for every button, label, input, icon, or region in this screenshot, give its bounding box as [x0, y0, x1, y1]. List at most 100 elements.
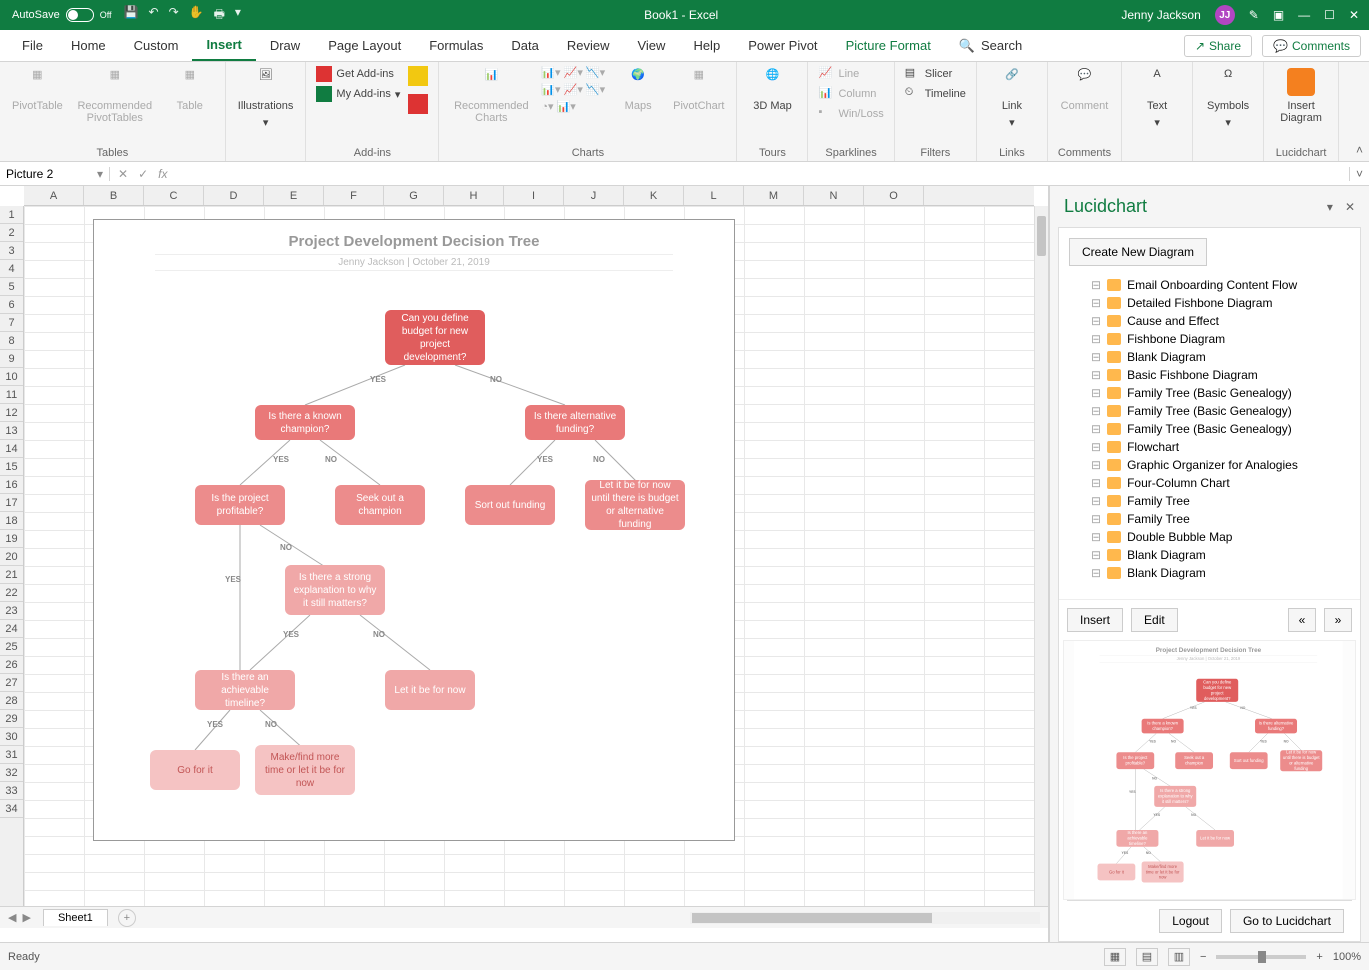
link-button[interactable]: 🔗Link▾	[987, 66, 1037, 131]
tab-page-layout[interactable]: Page Layout	[314, 30, 415, 61]
comments-button[interactable]: 💬Comments	[1262, 35, 1361, 57]
page-break-view-button[interactable]: ▥	[1168, 948, 1190, 966]
row-header[interactable]: 13	[0, 422, 23, 440]
zoom-level[interactable]: 100%	[1333, 951, 1361, 963]
rec-charts-button[interactable]: 📊Recommended Charts	[449, 66, 533, 126]
col-header[interactable]: E	[264, 186, 324, 205]
share-button[interactable]: ↗Share	[1184, 35, 1252, 57]
add-sheet-button[interactable]: +	[118, 909, 136, 927]
normal-view-button[interactable]: ▦	[1104, 948, 1126, 966]
symbols-button[interactable]: ΩSymbols▾	[1203, 66, 1253, 131]
scroll-thumb[interactable]	[692, 913, 932, 923]
tree-item[interactable]: ⊟Cause and Effect	[1067, 312, 1352, 330]
line-chart-icon[interactable]: 📊▾ 📈▾ 📉▾	[541, 83, 605, 96]
diagram-tree[interactable]: ⊟Email Onboarding Content Flow⊟Detailed …	[1059, 276, 1360, 599]
people-graph-icon[interactable]	[408, 94, 428, 114]
row-header[interactable]: 18	[0, 512, 23, 530]
tree-item[interactable]: ⊟Detailed Fishbone Diagram	[1067, 294, 1352, 312]
spark-winloss-button[interactable]: ▪Win/Loss	[818, 106, 883, 122]
comment-button[interactable]: 💬Comment	[1059, 66, 1111, 114]
get-addins-button[interactable]: Get Add-ins	[316, 66, 400, 82]
tree-item[interactable]: ⊟Blank Diagram	[1067, 564, 1352, 582]
sheet-prev-icon[interactable]: ◀	[8, 911, 16, 924]
col-header[interactable]: H	[444, 186, 504, 205]
panel-close-icon[interactable]: ✕	[1345, 200, 1355, 214]
goto-lucidchart-button[interactable]: Go to Lucidchart	[1230, 909, 1344, 933]
my-addins-button[interactable]: My Add-ins ▾	[316, 86, 400, 102]
minimize-icon[interactable]: —	[1298, 8, 1310, 22]
zoom-out-button[interactable]: −	[1200, 951, 1206, 963]
row-header[interactable]: 2	[0, 224, 23, 242]
horizontal-scrollbar[interactable]	[690, 912, 1040, 924]
zoom-slider[interactable]	[1216, 955, 1306, 959]
sheet-tab[interactable]: Sheet1	[43, 909, 108, 926]
cancel-icon[interactable]: ✕	[118, 167, 128, 181]
tree-item[interactable]: ⊟Flowchart	[1067, 438, 1352, 456]
col-header[interactable]: M	[744, 186, 804, 205]
row-header[interactable]: 11	[0, 386, 23, 404]
expand-formula-icon[interactable]: ˅	[1349, 167, 1369, 181]
name-box[interactable]: Picture 2▾	[0, 167, 110, 181]
timeline-button[interactable]: ⏲Timeline	[905, 86, 966, 102]
row-header[interactable]: 14	[0, 440, 23, 458]
sheet-next-icon[interactable]: ▶	[22, 911, 30, 924]
tree-item[interactable]: ⊟Basic Fishbone Diagram	[1067, 366, 1352, 384]
recommended-pivot-button[interactable]: ▦Recommended PivotTables	[73, 66, 157, 126]
row-header[interactable]: 4	[0, 260, 23, 278]
col-header[interactable]: N	[804, 186, 864, 205]
column-chart-icon[interactable]: 📊▾ 📈▾ 📉▾	[541, 66, 605, 79]
tree-item[interactable]: ⊟Email Onboarding Content Flow	[1067, 276, 1352, 294]
save-icon[interactable]: 💾	[124, 5, 139, 26]
tree-item[interactable]: ⊟Family Tree (Basic Genealogy)	[1067, 402, 1352, 420]
user-avatar[interactable]: JJ	[1215, 5, 1235, 25]
3dmap-button[interactable]: 🌐3D Map	[747, 66, 797, 114]
col-header[interactable]: J	[564, 186, 624, 205]
print-icon[interactable]: 🖶	[214, 5, 225, 26]
col-header[interactable]: B	[84, 186, 144, 205]
maximize-icon[interactable]: ☐	[1324, 8, 1335, 22]
col-header[interactable]: L	[684, 186, 744, 205]
spark-line-button[interactable]: 📈Line	[818, 66, 883, 82]
col-header[interactable]: A	[24, 186, 84, 205]
tree-item[interactable]: ⊟Graphic Organizer for Analogies	[1067, 456, 1352, 474]
tree-item[interactable]: ⊟Blank Diagram	[1067, 348, 1352, 366]
col-header[interactable]: I	[504, 186, 564, 205]
tab-formulas[interactable]: Formulas	[415, 30, 497, 61]
row-header[interactable]: 15	[0, 458, 23, 476]
insert-diagram-button[interactable]: Insert Diagram	[1274, 66, 1328, 126]
tab-power-pivot[interactable]: Power Pivot	[734, 30, 831, 61]
row-header[interactable]: 29	[0, 710, 23, 728]
pivottable-button[interactable]: ▦PivotTable	[10, 66, 65, 114]
cells[interactable]: Project Development Decision Tree Jenny …	[24, 206, 1034, 906]
row-header[interactable]: 20	[0, 548, 23, 566]
user-name[interactable]: Jenny Jackson	[1121, 8, 1200, 22]
row-header[interactable]: 27	[0, 674, 23, 692]
row-header[interactable]: 30	[0, 728, 23, 746]
row-header[interactable]: 22	[0, 584, 23, 602]
redo-icon[interactable]: ↷	[169, 5, 179, 26]
slicer-button[interactable]: ▤Slicer	[905, 66, 966, 82]
pen-icon[interactable]: ✎	[1249, 8, 1259, 22]
col-header[interactable]: G	[384, 186, 444, 205]
tab-picture-format[interactable]: Picture Format	[832, 30, 945, 61]
bing-icon[interactable]	[408, 66, 428, 86]
tree-item[interactable]: ⊟Blank Diagram	[1067, 546, 1352, 564]
tree-item[interactable]: ⊟Four-Column Chart	[1067, 474, 1352, 492]
row-header[interactable]: 8	[0, 332, 23, 350]
qat-more-icon[interactable]: ▾	[235, 5, 241, 26]
row-header[interactable]: 32	[0, 764, 23, 782]
spark-column-button[interactable]: 📊Column	[818, 86, 883, 102]
panel-insert-button[interactable]: Insert	[1067, 608, 1123, 632]
panel-edit-button[interactable]: Edit	[1131, 608, 1178, 632]
row-header[interactable]: 26	[0, 656, 23, 674]
logout-button[interactable]: Logout	[1159, 909, 1222, 933]
col-header[interactable]: F	[324, 186, 384, 205]
row-header[interactable]: 17	[0, 494, 23, 512]
table-button[interactable]: ▦Table	[165, 66, 215, 114]
row-header[interactable]: 1	[0, 206, 23, 224]
page-layout-view-button[interactable]: ▤	[1136, 948, 1158, 966]
page-next-button[interactable]: »	[1324, 608, 1352, 632]
tab-draw[interactable]: Draw	[256, 30, 314, 61]
row-header[interactable]: 3	[0, 242, 23, 260]
row-header[interactable]: 25	[0, 638, 23, 656]
